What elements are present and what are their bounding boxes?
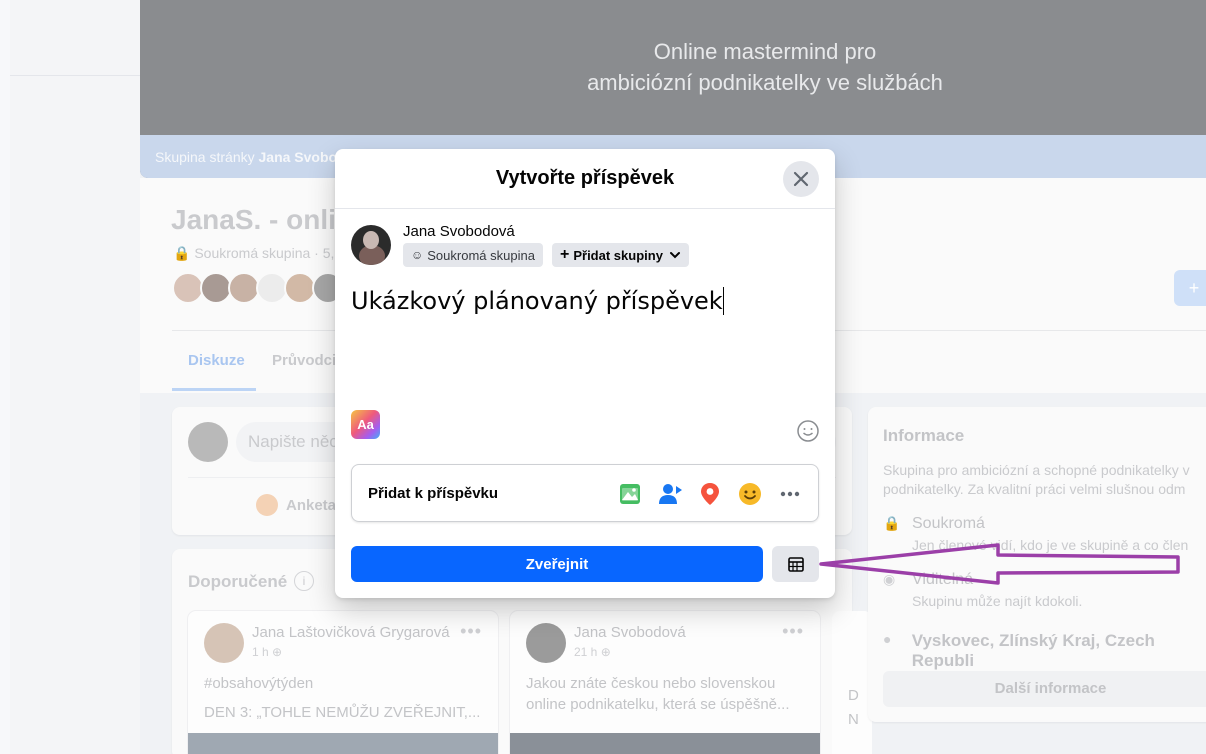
- post-hashtag[interactable]: #obsahovýtýden: [204, 673, 484, 694]
- add-groups-button[interactable]: + Přidat skupiny: [552, 243, 689, 267]
- poll-label: Anketa: [286, 496, 337, 514]
- plus-icon: +: [560, 246, 570, 263]
- more-info-button[interactable]: Další informace: [883, 671, 1206, 707]
- info-location[interactable]: Vyskovec, Zlínský Kraj, Czech Republi: [912, 631, 1206, 671]
- recommended-post[interactable]: Jana Svobodová 21 h ⊕ ••• Jakou znáte če…: [510, 611, 820, 754]
- avatar[interactable]: [351, 225, 391, 265]
- tag-people-button[interactable]: [656, 480, 684, 508]
- recommended-title: Doporučené: [188, 572, 288, 591]
- post-image[interactable]: [510, 733, 820, 754]
- poll-button[interactable]: Anketa: [256, 494, 336, 516]
- recommended-post-partial[interactable]: D N: [832, 611, 872, 754]
- info-title: Informace: [883, 426, 965, 445]
- globe-icon: ⊕: [272, 645, 283, 659]
- post-text-content: Ukázkový plánovaný příspěvek: [351, 287, 723, 315]
- annotation-arrow: [819, 543, 1180, 585]
- avatar[interactable]: [188, 422, 228, 462]
- audience-selector[interactable]: ☺ Soukromá skupina: [403, 243, 543, 267]
- recommended-post[interactable]: Jana Laštovičková Grygarová 1 h ⊕ ••• #o…: [188, 611, 498, 754]
- post-more-icon[interactable]: •••: [782, 621, 804, 642]
- text-caret: [722, 287, 724, 315]
- tab-guides[interactable]: Průvodci: [272, 352, 336, 369]
- poll-icon: [256, 494, 278, 516]
- audience-label: Soukromá skupina: [427, 247, 535, 263]
- avatar[interactable]: [204, 623, 244, 663]
- close-button[interactable]: [783, 161, 819, 197]
- post-text-line: DEN 3: „TOHLE NEMŮŽU ZVEŘEJNIT,...: [204, 704, 481, 721]
- post-time-text: 21 h: [574, 645, 598, 659]
- group-icon: ☺: [411, 248, 424, 262]
- more-options-button[interactable]: [776, 480, 804, 508]
- post-time: 1 h ⊕: [252, 645, 282, 659]
- add-groups-label: Přidat skupiny: [573, 247, 663, 263]
- author-name: Jana Svobodová: [403, 223, 515, 240]
- location-pin-icon: [701, 483, 719, 505]
- add-to-post-bar: Přidat k příspěvku: [351, 464, 819, 522]
- dialog-divider: [335, 208, 835, 209]
- close-icon: [793, 171, 809, 187]
- location-button[interactable]: [696, 480, 724, 508]
- active-tab-underline: [172, 388, 256, 391]
- tab-discussion[interactable]: Diskuze: [188, 352, 245, 369]
- tag-people-icon: [659, 484, 682, 504]
- photo-video-icon: [620, 484, 640, 504]
- post-time: 21 h ⊕: [574, 645, 611, 659]
- feeling-emoji-icon: [739, 483, 761, 505]
- location-pin-icon: ●: [883, 631, 892, 647]
- create-post-dialog: Vytvořte příspěvek Jana Svobodová ☺ Souk…: [335, 149, 835, 598]
- post-author[interactable]: Jana Svobodová: [574, 624, 686, 641]
- cover-strip-name[interactable]: Jana Svobo: [259, 149, 338, 165]
- post-author[interactable]: Jana Laštovičková Grygarová: [252, 624, 450, 641]
- calendar-icon: [787, 557, 804, 572]
- group-meta-text: Soukromá skupina · 5,: [194, 245, 335, 261]
- info-location-row: ● Vyskovec, Zlínský Kraj, Czech Republi: [883, 631, 1206, 671]
- join-button[interactable]: +: [1174, 270, 1206, 306]
- avatar-face: [363, 231, 379, 249]
- left-rail-divider: [10, 75, 140, 76]
- post-time-text: 1 h: [252, 645, 269, 659]
- globe-icon: ⊕: [600, 645, 611, 659]
- cover-title: Online mastermind pro ambiciózní podnika…: [140, 36, 1206, 98]
- lock-icon: 🔒: [173, 245, 191, 261]
- schedule-post-button[interactable]: [772, 546, 819, 582]
- post-text-line: N: [848, 711, 859, 728]
- group-name[interactable]: JanaS. - onli: [171, 204, 336, 236]
- post-text-area[interactable]: Ukázkový plánovaný příspěvek: [351, 287, 819, 387]
- post-more-icon[interactable]: •••: [460, 621, 482, 642]
- more-icon: [780, 491, 800, 497]
- cover-title-line1: Online mastermind pro: [653, 39, 877, 64]
- post-image[interactable]: [188, 733, 498, 754]
- add-to-post-label: Přidat k příspěvku: [368, 485, 499, 502]
- text-background-button[interactable]: Aa: [351, 410, 380, 439]
- post-text: #obsahovýtýden DEN 3: „TOHLE NEMŮŽU ZVEŘ…: [204, 673, 484, 723]
- photo-video-button[interactable]: [616, 480, 644, 508]
- avatar[interactable]: [526, 623, 566, 663]
- emoji-icon[interactable]: [796, 419, 820, 443]
- group-meta: 🔒 Soukromá skupina · 5,: [173, 245, 334, 262]
- cover-title-line2: ambiciózní podnikatelky ve službách: [587, 70, 943, 95]
- left-rail: [0, 0, 140, 754]
- post-text-line: D: [848, 687, 859, 704]
- member-avatars[interactable]: [172, 272, 344, 304]
- info-private-title: Soukromá: [912, 515, 985, 532]
- post-text: Jakou znáte českou nebo slovenskou onlin…: [526, 673, 806, 715]
- post-text-line: online podnikatelku, která se úspěšně...: [526, 696, 790, 713]
- info-visible-desc: Skupinu může najít kdokoli.: [912, 593, 1083, 609]
- chevron-down-icon: [669, 252, 680, 259]
- publish-button[interactable]: Zveřejnit: [351, 546, 763, 582]
- feeling-button[interactable]: [736, 480, 764, 508]
- left-rail-strip: [10, 0, 140, 754]
- cover-strip-prefix: Skupina stránky: [155, 149, 259, 165]
- post-text-line: Jakou znáte českou nebo slovenskou: [526, 675, 776, 692]
- info-description: Skupina pro ambiciózní a schopné podnika…: [883, 462, 1190, 497]
- dialog-title: Vytvořte příspěvek: [495, 167, 675, 189]
- info-icon[interactable]: i: [294, 571, 314, 591]
